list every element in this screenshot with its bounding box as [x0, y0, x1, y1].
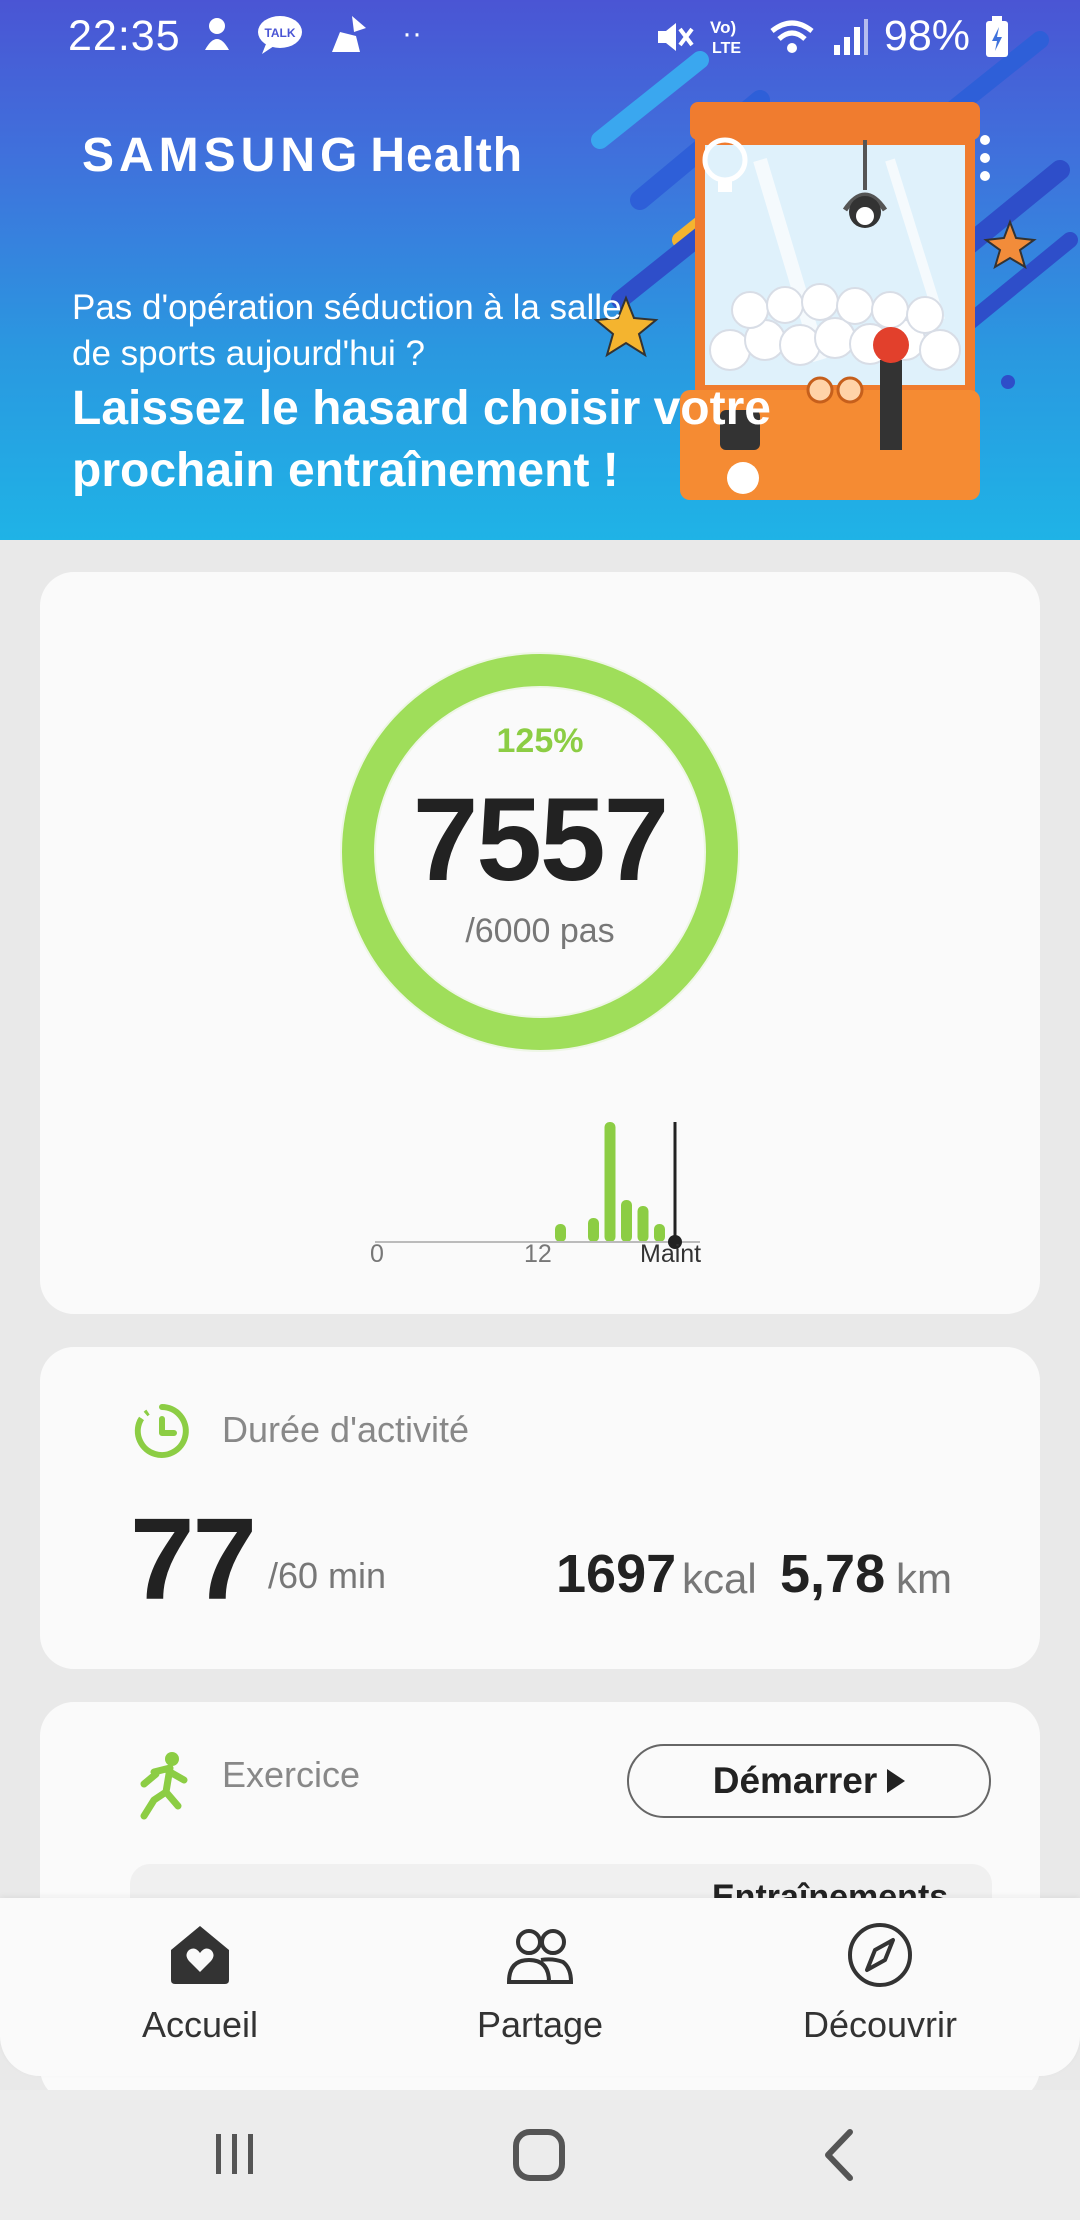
nav-home-label: Accueil	[141, 2004, 259, 2045]
activity-title: Durée d'activité	[222, 1409, 469, 1450]
hist-label-now: Maint	[640, 1240, 702, 1268]
distance-value: 5,78	[780, 1544, 886, 1604]
nav-share[interactable]: Partage	[410, 1920, 670, 2046]
start-button-label: Démarrer	[712, 1760, 878, 1801]
volte-icon: Vo) LTE	[710, 18, 741, 57]
home-icon	[171, 1926, 229, 1984]
nav-discover-label: Découvrir	[802, 2004, 958, 2045]
brand-health: Health	[370, 129, 524, 182]
kakaotalk-icon: TALK	[258, 16, 302, 54]
hourly-bar	[621, 1200, 632, 1242]
bottom-navigation: Accueil Partage Découvrir	[0, 1898, 1080, 2076]
app-logo: SAMSUNG Health	[82, 128, 523, 183]
play-icon	[887, 1769, 906, 1793]
mute-icon	[657, 22, 694, 51]
battery-percent: 98%	[883, 12, 970, 60]
calories-unit: kcal	[682, 1555, 757, 1602]
promo-banner[interactable]: 22:35 TALK ·· Vo) LTE 98% SAMSUNGHealth	[0, 0, 1080, 540]
exercise-title: Exercice	[222, 1754, 361, 1795]
activity-minutes: 77	[130, 1494, 257, 1624]
nav-discover[interactable]: Découvrir	[750, 1920, 1010, 2046]
hourly-bar	[555, 1224, 566, 1242]
battery-charging-icon	[986, 15, 1008, 57]
hist-label-mid: 12	[524, 1240, 552, 1268]
status-time: 22:35	[68, 12, 181, 60]
activity-card[interactable]: Durée d'activité 77 /60 min 1697 kcal 5,…	[40, 1347, 1040, 1669]
activity-timer-icon	[134, 1404, 189, 1458]
signal-icon	[833, 18, 868, 55]
compass-icon	[848, 1923, 912, 1987]
system-navigation-bar	[0, 2090, 1080, 2220]
svg-text:LTE: LTE	[712, 40, 741, 57]
banner-subtitle: Pas d'opération séduction à la salle de …	[72, 288, 622, 373]
steps-count: 7557	[412, 774, 670, 906]
svg-text:Vo): Vo)	[710, 18, 736, 37]
hourly-bar	[637, 1206, 649, 1242]
distance-unit: km	[896, 1555, 952, 1602]
calories-value: 1697	[556, 1544, 677, 1604]
activity-goal: /60 min	[268, 1555, 387, 1596]
steps-card[interactable]: 125% 7557 /6000 pas 0 12 Maint	[40, 572, 1040, 1314]
svg-text:TALK: TALK	[264, 26, 295, 40]
hist-label-start: 0	[370, 1240, 384, 1268]
start-exercise-button[interactable]: Démarrer	[627, 1744, 991, 1818]
hourly-bar	[588, 1218, 599, 1242]
back-icon[interactable]	[806, 2120, 876, 2190]
nav-share-label: Partage	[476, 2004, 604, 2045]
steps-percent: 125%	[496, 722, 584, 760]
hourly-bar	[604, 1122, 616, 1242]
running-icon	[140, 1752, 188, 1820]
more-notifications-icon: ··	[402, 17, 422, 50]
notification-icon	[205, 18, 229, 50]
steps-goal: /6000 pas	[465, 912, 615, 950]
home-button-icon[interactable]	[504, 2120, 574, 2190]
cleaner-icon	[332, 16, 366, 52]
more-options-icon[interactable]	[970, 130, 1000, 190]
nav-home[interactable]: Accueil	[70, 1920, 330, 2046]
brand-samsung: SAMSUNG	[82, 129, 363, 182]
recent-apps-icon[interactable]	[200, 2120, 270, 2190]
banner-headline: Laissez le hasard choisir votre prochain…	[72, 382, 771, 497]
hourly-steps-chart	[375, 1122, 700, 1249]
wifi-icon	[770, 20, 814, 53]
people-icon	[506, 1929, 574, 1984]
